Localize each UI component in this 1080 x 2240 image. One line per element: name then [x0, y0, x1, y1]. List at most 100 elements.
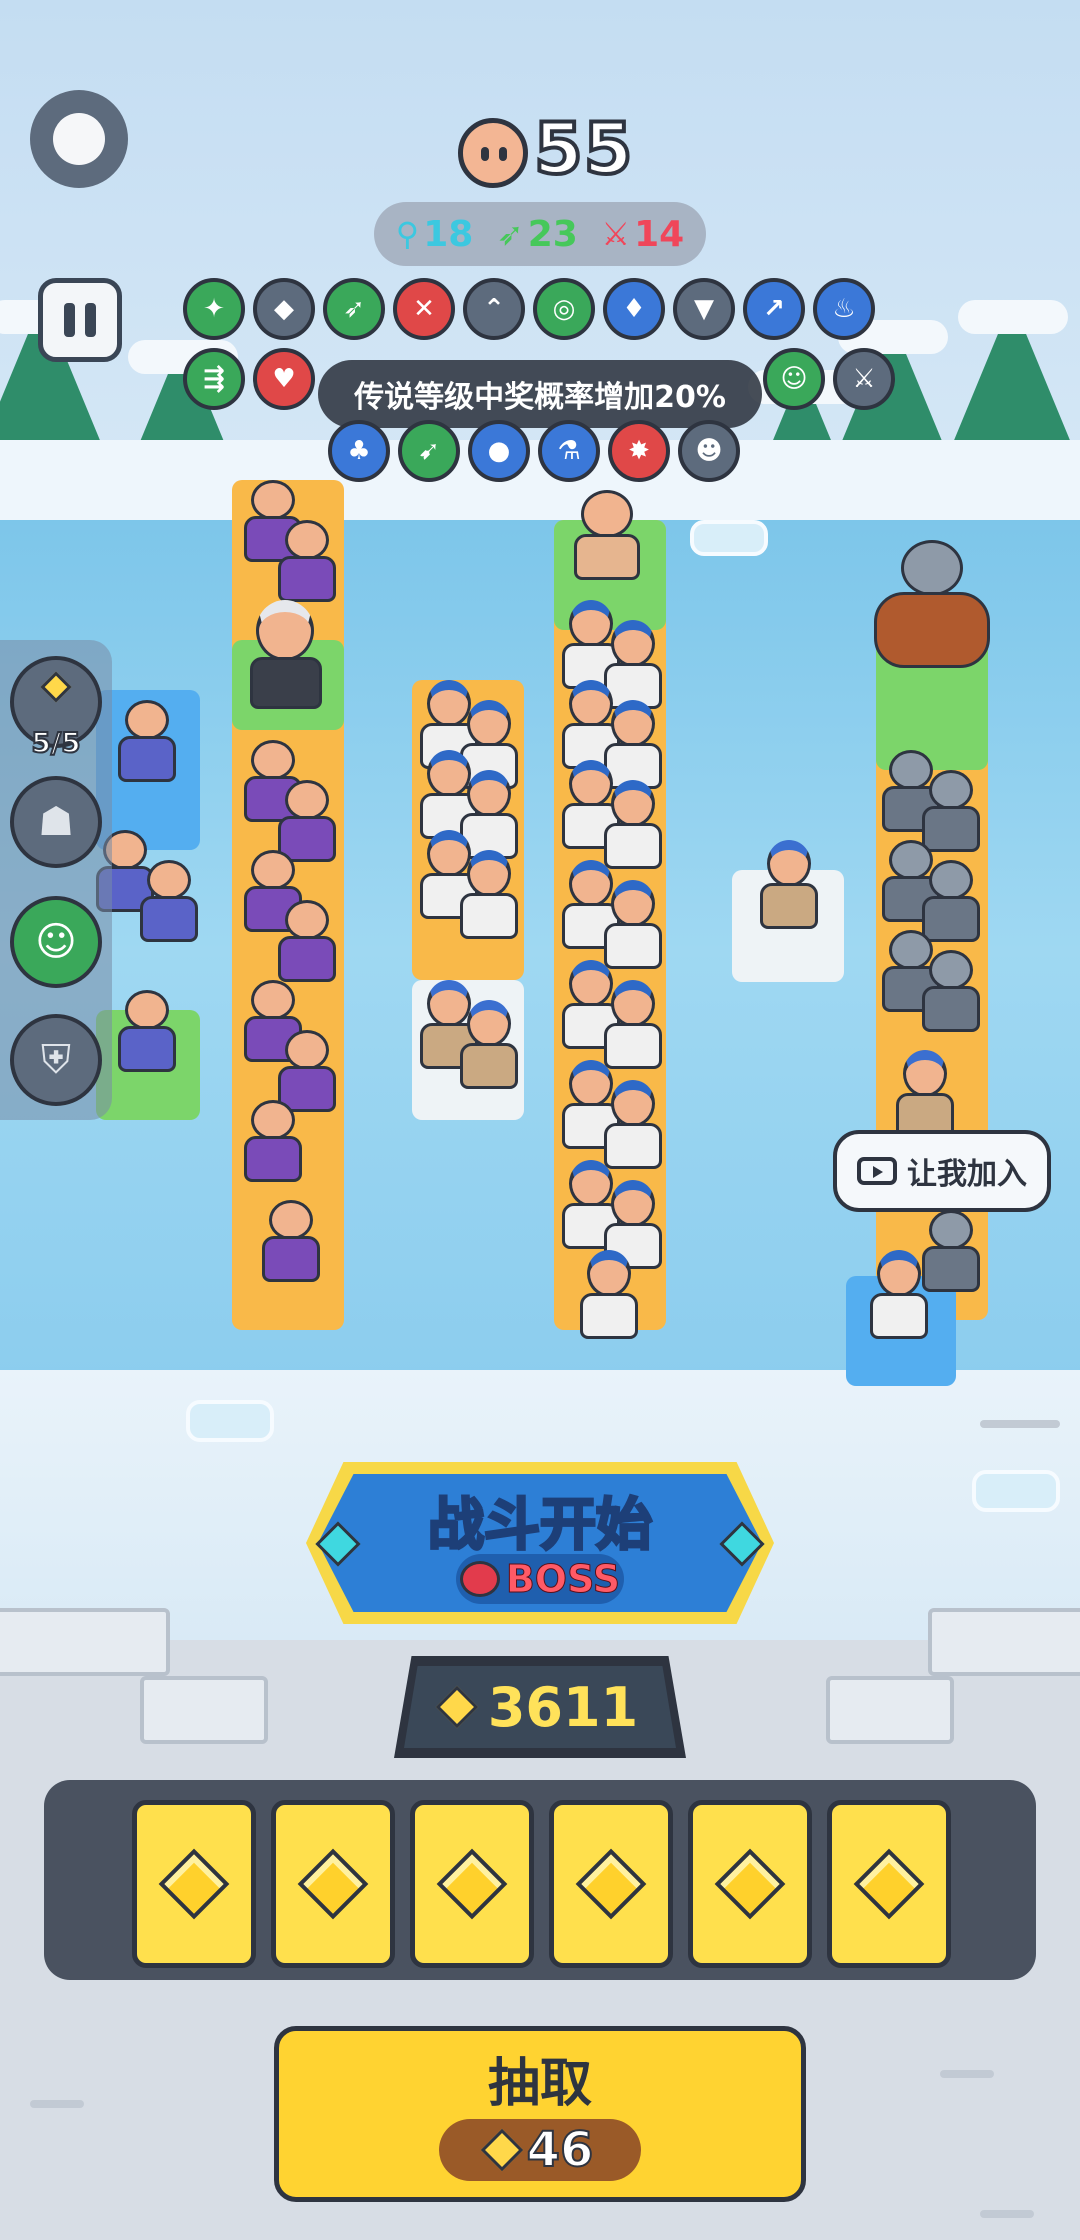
archer-squad-icon[interactable]: ☺	[10, 896, 102, 988]
boss-badge: BOSS	[456, 1554, 624, 1604]
mage-unit[interactable]	[278, 1030, 336, 1112]
start-battle-label: 战斗开始	[427, 1492, 654, 1560]
archer-unit[interactable]	[604, 1180, 662, 1269]
gem-down-buff-icon[interactable]: ▼	[673, 278, 735, 340]
mage-unit[interactable]	[140, 860, 198, 942]
ice-floe	[972, 1470, 1060, 1512]
draw-cost-pill: 46	[439, 2119, 641, 2181]
draw-card-4[interactable]	[549, 1800, 673, 1968]
mage-count-value: 18	[423, 213, 474, 255]
mage-count: ⚲ 18	[396, 214, 474, 255]
wall-merlon	[140, 1676, 268, 1744]
swords-buff-icon[interactable]: ⚔	[833, 348, 895, 410]
devil-icon	[459, 1561, 500, 1597]
draw-card-1[interactable]	[132, 1800, 256, 1968]
heal-buff-icon[interactable]: ♥	[253, 348, 315, 410]
purple-flame-buff-icon[interactable]: ♦	[603, 278, 665, 340]
gem-icon	[575, 1848, 647, 1920]
draw-button[interactable]: 抽取 46	[274, 2026, 806, 2202]
boar-rider-unit[interactable]	[872, 540, 992, 690]
hero-unit[interactable]	[250, 600, 322, 709]
party-buff-icon[interactable]: ☺	[763, 348, 825, 410]
knight-unit[interactable]	[922, 860, 980, 942]
archer-unit[interactable]	[604, 880, 662, 969]
gem-icon	[853, 1848, 925, 1920]
ice-floe	[690, 520, 768, 556]
draw-card-6[interactable]	[827, 1800, 951, 1968]
mob-buff-icon[interactable]: ✸	[608, 420, 670, 482]
wall-merlon	[0, 1608, 170, 1676]
fire-buff-icon[interactable]: ♨	[813, 278, 875, 340]
bow-icon: ➶	[496, 215, 524, 253]
shield-soldier-unit[interactable]	[760, 840, 818, 929]
archer-unit[interactable]	[460, 850, 518, 939]
knight-squad-icon[interactable]: ☗	[10, 776, 102, 868]
rank-up-buff-icon[interactable]: ◆	[253, 278, 315, 340]
draw-card-5[interactable]	[688, 1800, 812, 1968]
bow-buff-icon[interactable]: ➶	[323, 278, 385, 340]
video-camera-icon	[857, 1157, 897, 1185]
draw-card-2[interactable]	[271, 1800, 395, 1968]
draw-card-3[interactable]	[410, 1800, 534, 1968]
tree-right-2	[950, 300, 1074, 450]
slash-buff-icon[interactable]: ✕	[393, 278, 455, 340]
arrows-up-buff-icon[interactable]: ↗	[743, 278, 805, 340]
gem-currency: 3611	[394, 1656, 686, 1758]
double-rank-buff-icon[interactable]: ⌃	[463, 278, 525, 340]
warrior-count-value: 14	[634, 213, 685, 255]
target-buff-icon[interactable]: ◎	[533, 278, 595, 340]
archer-unit[interactable]	[604, 980, 662, 1069]
mage-unit[interactable]	[244, 1100, 302, 1182]
class-counts-bar: ⚲ 18 ➶ 23 ⚔ 14	[374, 202, 706, 266]
armored-squad-icon[interactable]: ⛨	[10, 1014, 102, 1106]
archer-unit[interactable]	[870, 1250, 928, 1339]
wall-line	[940, 2070, 994, 2078]
mage-unit[interactable]	[278, 520, 336, 602]
gem-icon	[158, 1848, 230, 1920]
mage-unit[interactable]	[262, 1200, 320, 1282]
wall-merlon	[928, 1608, 1080, 1676]
arrow-rain-buff-icon[interactable]: ➹	[398, 420, 460, 482]
potion-buff-icon[interactable]: ⚗	[538, 420, 600, 482]
gem-icon	[435, 1685, 479, 1729]
archer-unit[interactable]	[580, 1250, 638, 1339]
draw-label: 抽取	[487, 2054, 592, 2114]
knight-unit[interactable]	[922, 770, 980, 852]
gem-total: 3611	[487, 1675, 639, 1739]
wall-merlon	[826, 1676, 954, 1744]
mage-unit[interactable]	[118, 990, 176, 1072]
coins-buff-icon[interactable]: ●	[468, 420, 530, 482]
archer-count: ➶ 23	[497, 214, 578, 255]
sword-icon: ⚔	[601, 215, 631, 253]
brawler-unit[interactable]	[572, 490, 642, 580]
crit-buff-icon[interactable]: ✦	[183, 278, 245, 340]
wall-line	[980, 2210, 1034, 2218]
archer-count-value: 23	[527, 213, 578, 255]
warrior-count: ⚔ 14	[601, 214, 684, 255]
soldier-unit[interactable]	[460, 1000, 518, 1089]
gem-icon	[714, 1848, 786, 1920]
mage-unit[interactable]	[118, 700, 176, 782]
join-ad-button[interactable]: 让我加入	[833, 1130, 1051, 1212]
archer-unit[interactable]	[604, 1080, 662, 1169]
pause-button[interactable]	[38, 278, 122, 362]
slot-count: 5/5	[30, 725, 81, 760]
buff-tooltip: 传说等级中奖概率增加20%	[318, 360, 762, 428]
wall-line	[980, 1420, 1060, 1428]
mage-unit[interactable]	[278, 780, 336, 862]
crowd-buff-icon[interactable]: ☻	[678, 420, 740, 482]
mage-unit[interactable]	[278, 900, 336, 982]
soldier-unit[interactable]	[896, 1050, 954, 1139]
settings-button[interactable]	[30, 90, 128, 188]
pause-icon	[64, 303, 75, 337]
settings-icon	[53, 113, 105, 165]
join-label: 让我加入	[907, 1157, 1027, 1192]
gem-icon	[436, 1848, 508, 1920]
knight-unit[interactable]	[922, 950, 980, 1032]
archer-unit[interactable]	[604, 780, 662, 869]
knight-unit[interactable]	[922, 1210, 980, 1292]
start-battle-button[interactable]: 战斗开始 BOSS	[306, 1462, 774, 1624]
multi-arrow-buff-icon[interactable]: ⇶	[183, 348, 245, 410]
wall-line	[30, 2100, 84, 2108]
clover-card-buff-icon[interactable]: ♣	[328, 420, 390, 482]
